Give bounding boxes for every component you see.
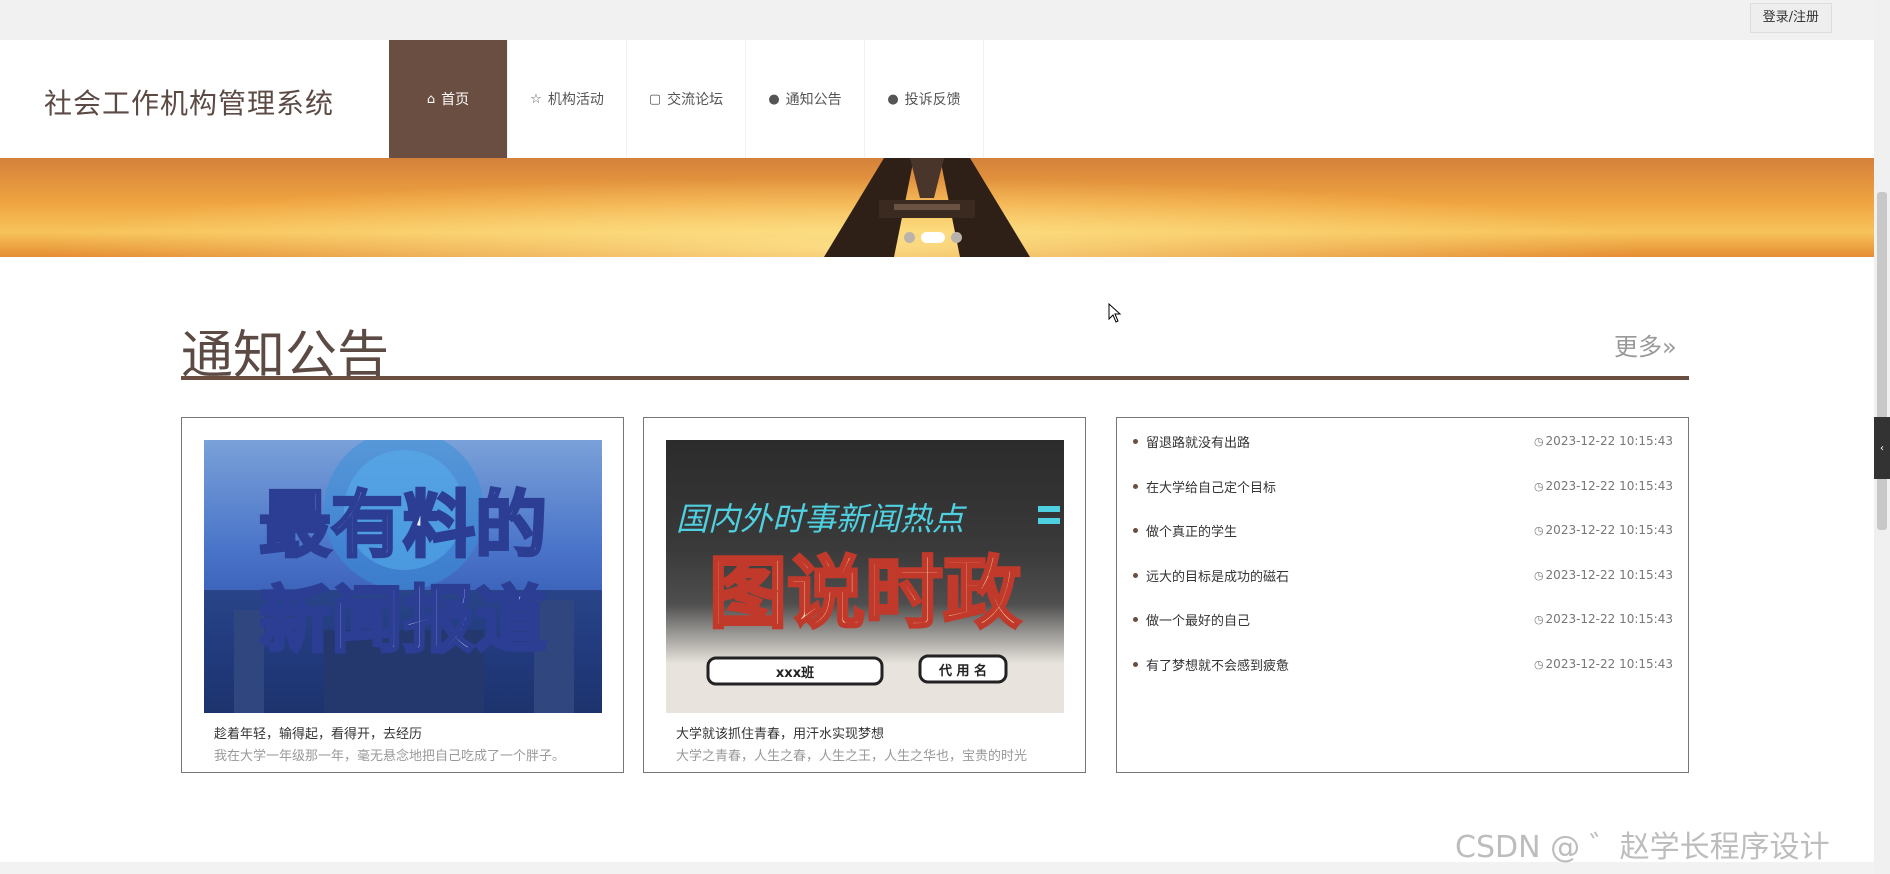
bullet-icon xyxy=(1133,483,1138,489)
question-icon: ● xyxy=(887,91,899,107)
top-bar: 登录/注册 xyxy=(0,0,1874,40)
card-image: 国内外时事新闻热点 图说时政 xxx班 代 用 名 xyxy=(666,440,1064,713)
home-icon: ⌂ xyxy=(426,91,436,107)
carousel-dot[interactable] xyxy=(904,232,915,243)
star-icon: ☆ xyxy=(530,91,542,107)
list-item-date: 2023-12-22 10:15:43 xyxy=(1545,568,1673,582)
image-text-line2: 图说时政 xyxy=(709,549,1021,639)
image-text-line2: 新闻报道 xyxy=(259,578,547,662)
clock-icon: ◷ xyxy=(1533,434,1544,448)
clock-icon: ◷ xyxy=(1533,523,1544,537)
list-item-title: 在大学给自己定个目标 xyxy=(1146,480,1277,496)
bullet-icon xyxy=(1133,661,1138,667)
notice-card[interactable]: 国内外时事新闻热点 图说时政 xxx班 代 用 名 大学就该抓住青春，用汗水实现… xyxy=(643,417,1086,773)
carousel-dot-active[interactable] xyxy=(921,232,945,243)
nav-item-label: 交流论坛 xyxy=(667,92,724,108)
list-item[interactable]: 有了梦想就不会感到疲惫 ◷ 2023-12-22 10:15:43 xyxy=(1133,654,1673,674)
header: 社会工作机构管理系统 ⌂ 首页 ☆ 机构活动 ▢ 交流论坛 ● 通知公告 ● 投… xyxy=(0,40,1874,158)
list-item-date: 2023-12-22 10:15:43 xyxy=(1545,657,1673,671)
notice-list: 留退路就没有出路 ◷ 2023-12-22 10:15:43 在大学给自己定个目… xyxy=(1116,417,1689,773)
list-item-title: 做个真正的学生 xyxy=(1146,524,1238,540)
bullet-icon xyxy=(1133,616,1138,622)
bullet-icon xyxy=(1133,438,1138,444)
nav-item-activities[interactable]: ☆ 机构活动 xyxy=(508,40,627,158)
bag-icon: ▢ xyxy=(648,91,662,107)
image-text-line1: 最有料的 xyxy=(259,483,547,567)
nav-item-label: 通知公告 xyxy=(785,92,842,108)
nav-item-label: 机构活动 xyxy=(547,92,604,108)
list-item-date: 2023-12-22 10:15:43 xyxy=(1545,434,1673,448)
list-item-date: 2023-12-22 10:15:43 xyxy=(1545,479,1673,493)
image-text-line1: 国内外时事新闻热点 xyxy=(676,500,967,538)
main-nav: ⌂ 首页 ☆ 机构活动 ▢ 交流论坛 ● 通知公告 ● 投诉反馈 xyxy=(389,40,984,158)
card-desc: 我在大学一年级那一年，毫无悬念地把自己吃成了一个胖子。 xyxy=(214,749,566,764)
image-label-name: 代 用 名 xyxy=(938,663,987,679)
nav-item-label: 首页 xyxy=(441,92,470,108)
bullet-icon xyxy=(1133,572,1138,578)
clock-icon: ◷ xyxy=(1533,568,1544,582)
list-item-title: 留退路就没有出路 xyxy=(1146,435,1251,451)
nav-item-feedback[interactable]: ● 投诉反馈 xyxy=(865,40,984,158)
watermark: CSDN @ ゛赵学长程序设计 xyxy=(1455,830,1830,865)
site-title: 社会工作机构管理系统 xyxy=(44,87,335,120)
alert-icon: ● xyxy=(768,91,780,107)
clock-icon: ◷ xyxy=(1533,657,1544,671)
list-item-title: 有了梦想就不会感到疲惫 xyxy=(1146,658,1290,674)
list-item-title: 远大的目标是成功的磁石 xyxy=(1146,569,1290,585)
side-collapse-tab[interactable]: ‹ xyxy=(1874,417,1890,479)
list-item[interactable]: 远大的目标是成功的磁石 ◷ 2023-12-22 10:15:43 xyxy=(1133,565,1673,585)
notice-section: 通知公告 更多» 最有料的 新闻报道 趁着年轻，输得起，看得开，去经历 我在大学… xyxy=(0,257,1874,862)
list-item-date: 2023-12-22 10:15:43 xyxy=(1545,612,1673,626)
list-item[interactable]: 做个真正的学生 ◷ 2023-12-22 10:15:43 xyxy=(1133,520,1673,540)
clock-icon: ◷ xyxy=(1533,479,1544,493)
section-divider xyxy=(181,376,1689,380)
nav-item-home[interactable]: ⌂ 首页 xyxy=(389,40,508,158)
scrollbar-thumb[interactable] xyxy=(1877,192,1887,530)
card-title: 趁着年轻，输得起，看得开，去经历 xyxy=(214,727,423,742)
nav-item-forum[interactable]: ▢ 交流论坛 xyxy=(627,40,746,158)
login-register-button[interactable]: 登录/注册 xyxy=(1749,3,1832,33)
list-item[interactable]: 做一个最好的自己 ◷ 2023-12-22 10:15:43 xyxy=(1133,609,1673,629)
banner-carousel[interactable] xyxy=(0,158,1874,257)
clock-icon: ◷ xyxy=(1533,612,1544,626)
more-link[interactable]: 更多» xyxy=(1614,327,1677,362)
mouse-cursor-icon xyxy=(1108,303,1122,323)
image-label-class: xxx班 xyxy=(776,665,814,681)
nav-item-label: 投诉反馈 xyxy=(904,92,961,108)
list-item-date: 2023-12-22 10:15:43 xyxy=(1545,523,1673,537)
policy-graphic: 国内外时事新闻热点 图说时政 xxx班 代 用 名 xyxy=(676,500,1060,686)
list-item[interactable]: 在大学给自己定个目标 ◷ 2023-12-22 10:15:43 xyxy=(1133,476,1673,496)
news-report-graphic: 最有料的 新闻报道 xyxy=(204,440,602,713)
carousel-dot[interactable] xyxy=(951,232,962,243)
nav-item-notice[interactable]: ● 通知公告 xyxy=(746,40,865,158)
chevron-left-icon: ‹ xyxy=(1880,442,1884,454)
bullet-icon xyxy=(1133,527,1138,533)
carousel-dots xyxy=(904,232,962,243)
list-item[interactable]: 留退路就没有出路 ◷ 2023-12-22 10:15:43 xyxy=(1133,431,1673,451)
card-image: 最有料的 新闻报道 xyxy=(204,440,602,713)
card-title: 大学就该抓住青春，用汗水实现梦想 xyxy=(676,727,885,742)
card-desc: 大学之青春，人生之春，人生之王，人生之华也，宝贵的时光 xyxy=(676,749,1028,764)
notice-card[interactable]: 最有料的 新闻报道 趁着年轻，输得起，看得开，去经历 我在大学一年级那一年，毫无… xyxy=(181,417,624,773)
list-item-title: 做一个最好的自己 xyxy=(1146,613,1251,629)
